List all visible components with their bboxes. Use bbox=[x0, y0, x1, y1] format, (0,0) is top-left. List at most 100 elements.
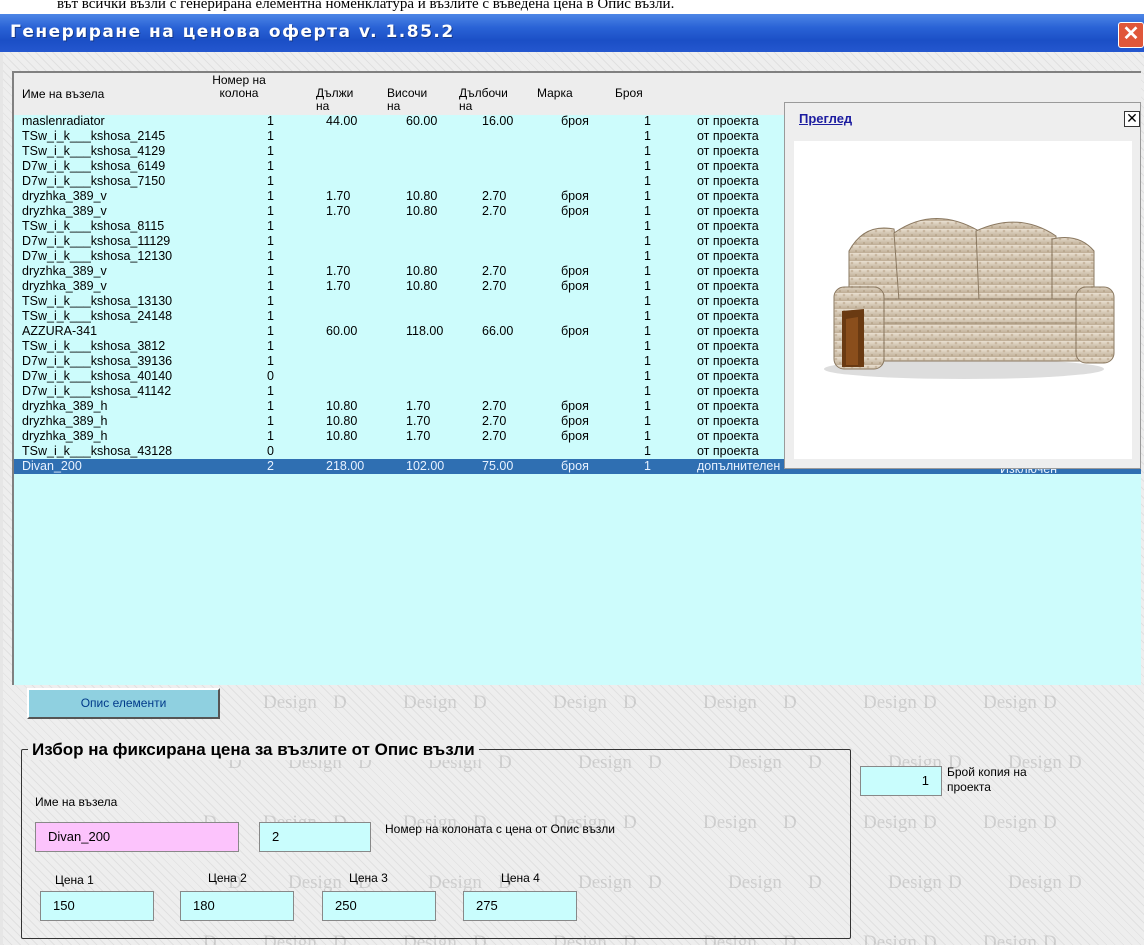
cell-depth: 2.70 bbox=[482, 279, 507, 293]
node-name-field[interactable]: Divan_200 bbox=[35, 822, 239, 852]
cell-qty: 1 bbox=[644, 309, 651, 323]
cell-source: от проекта bbox=[697, 429, 759, 443]
cell-qty: 1 bbox=[644, 294, 651, 308]
watermark-text: D bbox=[1043, 812, 1057, 833]
cell-unit: броя bbox=[561, 399, 589, 413]
cell-depth: 2.70 bbox=[482, 264, 507, 278]
cell-column: 0 bbox=[267, 444, 274, 458]
cell-qty: 1 bbox=[644, 339, 651, 353]
cell-name: D7w_i_k___kshosa_39136 bbox=[22, 354, 173, 368]
watermark-text: D bbox=[333, 692, 347, 713]
watermark-text: D bbox=[1068, 752, 1082, 773]
cell-name: maslenradiator bbox=[22, 114, 105, 128]
cell-column: 1 bbox=[267, 189, 274, 203]
cell-name: TSw_i_k___kshosa_8115 bbox=[22, 219, 165, 233]
cell-qty: 1 bbox=[644, 189, 651, 203]
cell-qty: 1 bbox=[644, 234, 651, 248]
watermark-text: D bbox=[923, 692, 937, 713]
cell-source: от проекта bbox=[697, 204, 759, 218]
price3-label: Цена 3 bbox=[349, 871, 388, 885]
cell-qty: 1 bbox=[644, 459, 651, 473]
col-header-depth[interactable]: Дълбочи на bbox=[459, 87, 519, 113]
cell-column: 1 bbox=[267, 174, 274, 188]
cell-source: от проекта bbox=[697, 159, 759, 173]
watermark-text: Design bbox=[703, 692, 757, 713]
watermark-text: Design bbox=[863, 932, 917, 945]
cell-source: от проекта bbox=[697, 339, 759, 353]
cell-name: dryzhka_389_h bbox=[22, 414, 108, 428]
copies-field[interactable]: 1 bbox=[860, 766, 942, 796]
cell-source: от проекта bbox=[697, 219, 759, 233]
cell-source: от проекта bbox=[697, 399, 759, 413]
cell-column: 1 bbox=[267, 234, 274, 248]
cell-qty: 1 bbox=[644, 399, 651, 413]
opis-elements-button[interactable]: Опис елементи bbox=[27, 688, 220, 719]
price2-field[interactable]: 180 bbox=[180, 891, 294, 921]
window-title: Генериране на ценова оферта v. 1.85.2 bbox=[10, 22, 455, 42]
watermark-text: D bbox=[1068, 872, 1082, 893]
watermark-text: Design bbox=[403, 692, 457, 713]
cell-height: 10.80 bbox=[406, 279, 438, 293]
col-header-unit[interactable]: Марка bbox=[537, 87, 573, 100]
cell-source: допълнителен bbox=[697, 459, 781, 473]
price1-label: Цена 1 bbox=[55, 873, 94, 887]
cell-name: D7w_i_k___kshosa_12130 bbox=[22, 249, 173, 263]
close-icon: ✕ bbox=[1122, 23, 1140, 45]
cell-name: dryzhka_389_v bbox=[22, 204, 107, 218]
cell-source: от проекта bbox=[697, 249, 759, 263]
cell-name: D7w_i_k___kshosa_7150 bbox=[22, 174, 166, 188]
cell-unit: броя bbox=[561, 414, 589, 428]
cell-unit: броя bbox=[561, 324, 589, 338]
col-header-qty[interactable]: Броя bbox=[615, 87, 643, 100]
watermark-text: Design bbox=[983, 812, 1037, 833]
cell-length: 1.70 bbox=[326, 204, 351, 218]
cell-depth: 2.70 bbox=[482, 429, 507, 443]
cell-name: Divan_200 bbox=[22, 459, 82, 473]
cell-name: TSw_i_k___kshosa_2145 bbox=[22, 129, 166, 143]
cell-unit: броя bbox=[561, 114, 589, 128]
cell-source: от проекта bbox=[697, 354, 759, 368]
cell-column: 1 bbox=[267, 144, 274, 158]
preview-title[interactable]: Преглед bbox=[799, 111, 852, 126]
price-column-field[interactable]: 2 bbox=[259, 822, 371, 852]
price3-field[interactable]: 250 bbox=[322, 891, 436, 921]
price4-field[interactable]: 275 bbox=[463, 891, 577, 921]
cell-depth: 16.00 bbox=[482, 114, 514, 128]
cell-source: от проекта bbox=[697, 189, 759, 203]
cell-column: 1 bbox=[267, 294, 274, 308]
cell-height: 60.00 bbox=[406, 114, 438, 128]
cell-length: 1.70 bbox=[326, 279, 351, 293]
close-icon: ✕ bbox=[1126, 110, 1138, 126]
cell-name: TSw_i_k___kshosa_13130 bbox=[22, 294, 173, 308]
cell-length: 10.80 bbox=[326, 414, 358, 428]
cell-qty: 1 bbox=[644, 144, 651, 158]
window-close-button[interactable]: ✕ bbox=[1118, 22, 1144, 48]
price1-field[interactable]: 150 bbox=[40, 891, 154, 921]
cell-qty: 1 bbox=[644, 429, 651, 443]
cell-depth: 2.70 bbox=[482, 399, 507, 413]
cell-unit: броя bbox=[561, 189, 589, 203]
watermark-text: Design bbox=[863, 812, 917, 833]
cell-height: 102.00 bbox=[406, 459, 445, 473]
cell-depth: 2.70 bbox=[482, 414, 507, 428]
preview-close-button[interactable]: ✕ bbox=[1124, 111, 1140, 127]
watermark-text: Design bbox=[553, 692, 607, 713]
col-header-column[interactable]: Номер на колона bbox=[209, 74, 269, 100]
cell-column: 1 bbox=[267, 129, 274, 143]
watermark-text: D bbox=[923, 812, 937, 833]
cell-column: 1 bbox=[267, 414, 274, 428]
col-header-height[interactable]: Височи на bbox=[387, 87, 435, 113]
price-column-label: Номер на колоната с цена от Опис възли bbox=[385, 822, 615, 836]
cell-height: 1.70 bbox=[406, 414, 431, 428]
col-header-name[interactable]: Име на възела bbox=[22, 88, 104, 101]
cell-qty: 1 bbox=[644, 264, 651, 278]
watermark-text: Design bbox=[983, 692, 1037, 713]
cell-source: от проекта bbox=[697, 129, 759, 143]
cell-unit: броя bbox=[561, 459, 589, 473]
cell-height: 10.80 bbox=[406, 189, 438, 203]
col-header-length[interactable]: Дължи на bbox=[316, 87, 362, 113]
cell-source: от проекта bbox=[697, 324, 759, 338]
sofa-image bbox=[794, 141, 1132, 459]
cell-length: 60.00 bbox=[326, 324, 358, 338]
cell-qty: 1 bbox=[644, 444, 651, 458]
